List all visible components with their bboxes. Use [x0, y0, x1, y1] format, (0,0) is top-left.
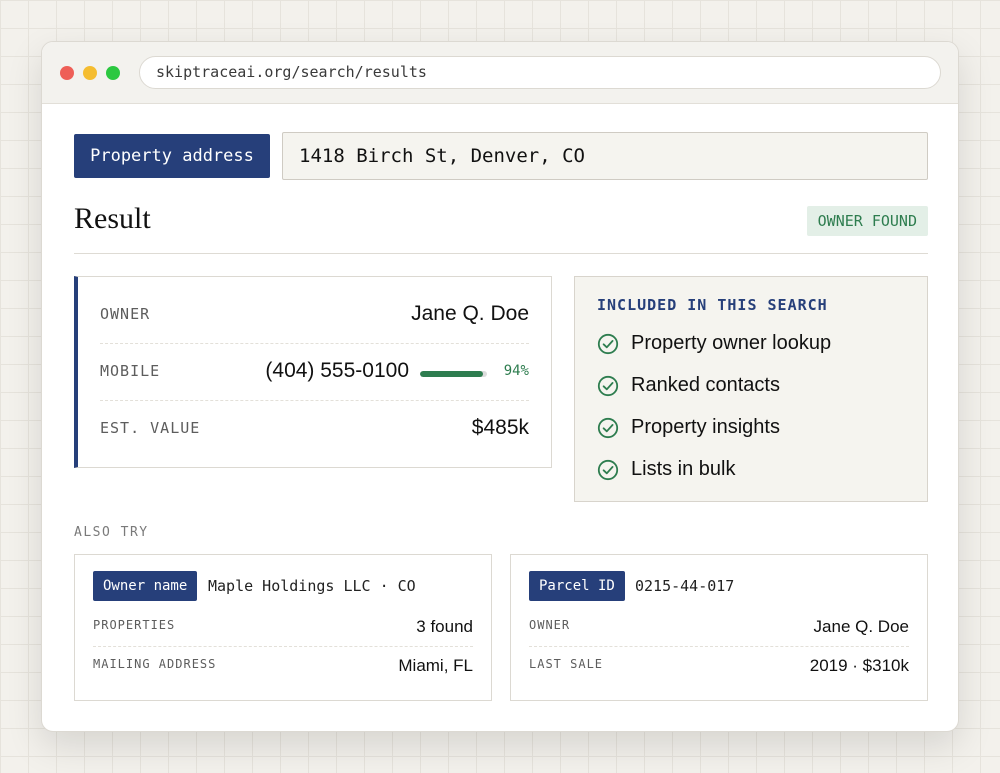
mailing-address-row: MAILING ADDRESS Miami, FL [93, 647, 473, 686]
window-maximize-button[interactable] [106, 66, 120, 80]
owner-row: OWNER Jane Q. Doe [100, 287, 529, 344]
window-minimize-button[interactable] [83, 66, 97, 80]
owner-name-tag[interactable]: Owner name [93, 571, 198, 601]
included-item-label: Ranked contacts [631, 374, 780, 396]
mobile-label: MOBILE [100, 362, 161, 380]
included-features-panel: INCLUDED IN THIS SEARCH Property owner l… [574, 276, 928, 502]
mailing-address-value: Miami, FL [398, 656, 473, 675]
parcel-id-tag[interactable]: Parcel ID [529, 571, 625, 601]
check-circle-icon [597, 375, 619, 397]
browser-titlebar: skiptraceai.org/search/results [42, 42, 958, 104]
confidence-bar-fill [420, 371, 483, 377]
check-circle-icon [597, 459, 619, 481]
included-item-label: Property insights [631, 416, 780, 438]
divider [74, 253, 928, 254]
check-circle-icon [597, 333, 619, 355]
owner-value: Jane Q. Doe [411, 302, 529, 325]
search-input[interactable]: 1418 Birch St, Denver, CO [282, 132, 928, 180]
properties-label: PROPERTIES [93, 618, 176, 632]
owner-result-card: OWNER Jane Q. Doe MOBILE (404) 555-0100 … [74, 276, 552, 468]
est-value-label: EST. VALUE [100, 419, 201, 437]
last-sale-row: LAST SALE 2019 · $310k [529, 647, 909, 686]
also-try-card-owner-name[interactable]: Owner name Maple Holdings LLC · CO PROPE… [74, 554, 492, 701]
last-sale-value: 2019 · $310k [809, 656, 909, 675]
check-circle-icon [597, 417, 619, 439]
last-sale-label: LAST SALE [529, 657, 604, 671]
browser-window: skiptraceai.org/search/results Property … [41, 41, 959, 732]
parcel-owner-row: OWNER Jane Q. Doe [529, 608, 909, 647]
est-value-value: $485k [471, 416, 529, 439]
status-badge: OWNER FOUND [806, 206, 928, 236]
mobile-value[interactable]: (404) 555-0100 [265, 359, 409, 383]
window-close-button[interactable] [60, 66, 74, 80]
parcel-id-query: 0215-44-017 [635, 577, 735, 595]
address-bar[interactable]: skiptraceai.org/search/results [139, 56, 941, 89]
mailing-address-label: MAILING ADDRESS [93, 657, 217, 671]
owner-label: OWNER [100, 305, 151, 323]
confidence-bar [420, 371, 487, 377]
mobile-row: MOBILE (404) 555-0100 94% [100, 344, 529, 401]
also-try-card-parcel-id[interactable]: Parcel ID 0215-44-017 OWNER Jane Q. Doe … [510, 554, 928, 701]
included-item-label: Property owner lookup [631, 332, 832, 354]
search-type-button[interactable]: Property address [74, 134, 270, 178]
search-row: Property address 1418 Birch St, Denver, … [74, 132, 928, 180]
included-item-label: Lists in bulk [631, 458, 736, 480]
parcel-owner-value: Jane Q. Doe [813, 617, 909, 636]
also-try-label: ALSO TRY [74, 525, 149, 540]
properties-row: PROPERTIES 3 found [93, 608, 473, 647]
owner-name-query: Maple Holdings LLC · CO [208, 577, 416, 595]
properties-value: 3 found [416, 617, 473, 636]
parcel-owner-label: OWNER [529, 618, 571, 632]
included-title: INCLUDED IN THIS SEARCH [597, 296, 828, 314]
value-row: EST. VALUE $485k [100, 401, 529, 458]
page-title: Result [74, 202, 151, 235]
confidence-percent: 94% [503, 363, 529, 379]
